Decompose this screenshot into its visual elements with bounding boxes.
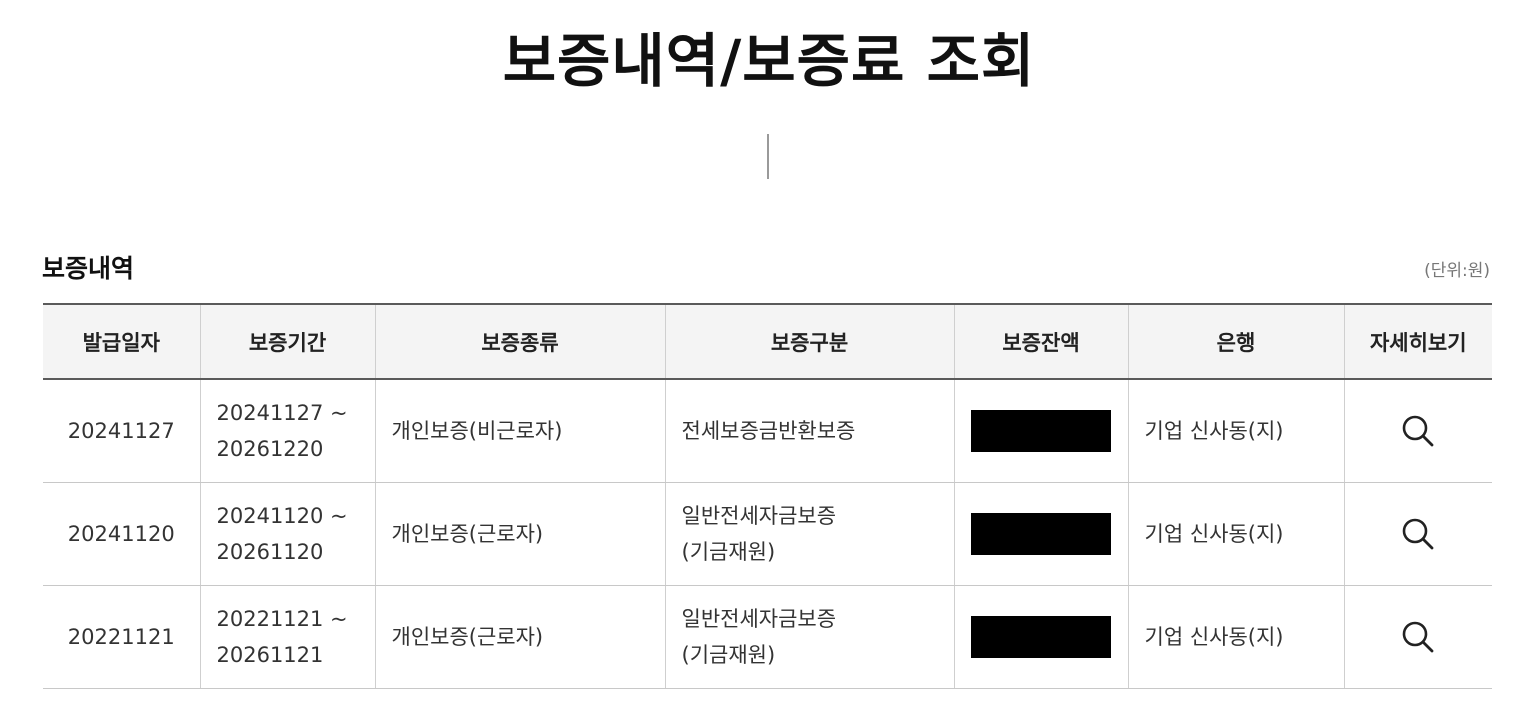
period-end: 20261220 bbox=[216, 436, 324, 461]
period-end: 20261121 bbox=[216, 642, 324, 667]
header-bank: 은행 bbox=[1128, 304, 1345, 380]
category-line1: 전세보증금반환보증 bbox=[681, 418, 856, 443]
redacted-balance bbox=[971, 512, 1111, 555]
unit-label: (단위:원) bbox=[1424, 261, 1490, 281]
table-header-row: 발급일자 보증기간 보증종류 보증구분 보증잔액 은행 자세히보기 bbox=[43, 304, 1492, 380]
detail-cell bbox=[1344, 585, 1492, 689]
header-category: 보증구분 bbox=[665, 304, 955, 380]
table-row: 20221121 20221121 ~ 20261121 개인보증(근로자) 일… bbox=[43, 585, 1492, 689]
header-issue-date: 발급일자 bbox=[43, 304, 201, 380]
search-icon bbox=[1402, 621, 1434, 652]
period-cell: 20221121 ~ 20261121 bbox=[200, 585, 376, 689]
type-cell: 개인보증(근로자) bbox=[375, 585, 666, 689]
issue-date-cell: 20221121 bbox=[43, 585, 201, 689]
redacted-balance bbox=[971, 615, 1111, 658]
balance-cell bbox=[954, 585, 1129, 689]
title-divider bbox=[767, 134, 769, 179]
type-cell: 개인보증(비근로자) bbox=[375, 379, 666, 483]
category-cell: 일반전세자금보증 (기금재원) bbox=[665, 585, 955, 689]
issue-date-cell: 20241120 bbox=[43, 482, 201, 586]
category-line1: 일반전세자금보증 bbox=[681, 606, 837, 631]
period-cell: 20241127 ~ 20261220 bbox=[200, 379, 376, 483]
header-type: 보증종류 bbox=[375, 304, 666, 380]
table-row: 20241127 20241127 ~ 20261220 개인보증(비근로자) … bbox=[43, 379, 1492, 483]
search-icon bbox=[1402, 518, 1434, 549]
header-detail: 자세히보기 bbox=[1344, 304, 1492, 380]
table-row: 20241120 20241120 ~ 20261120 개인보증(근로자) 일… bbox=[43, 482, 1492, 586]
bank-cell: 기업 신사동(지) bbox=[1128, 379, 1345, 483]
period-start: 20241127 ~ bbox=[216, 400, 348, 425]
period-end: 20261120 bbox=[216, 539, 324, 564]
category-line2: (기금재원) bbox=[681, 539, 776, 564]
period-start: 20241120 ~ bbox=[216, 503, 348, 528]
detail-cell bbox=[1344, 379, 1492, 483]
header-period: 보증기간 bbox=[200, 304, 376, 380]
bank-cell: 기업 신사동(지) bbox=[1128, 482, 1345, 586]
guarantee-table: 발급일자 보증기간 보증종류 보증구분 보증잔액 은행 자세히보기 202411… bbox=[43, 303, 1492, 689]
category-line1: 일반전세자금보증 bbox=[681, 503, 837, 528]
view-detail-button[interactable] bbox=[1398, 617, 1438, 657]
search-icon bbox=[1402, 415, 1434, 447]
section-title: 보증내역 bbox=[42, 254, 135, 283]
balance-cell bbox=[954, 482, 1129, 586]
category-line2: (기금재원) bbox=[681, 642, 776, 667]
category-cell: 일반전세자금보증 (기금재원) bbox=[665, 482, 955, 586]
period-start: 20221121 ~ bbox=[216, 606, 348, 631]
bank-cell: 기업 신사동(지) bbox=[1128, 585, 1345, 689]
view-detail-button[interactable] bbox=[1398, 514, 1438, 554]
period-cell: 20241120 ~ 20261120 bbox=[200, 482, 376, 586]
header-balance: 보증잔액 bbox=[954, 304, 1129, 380]
issue-date-cell: 20241127 bbox=[43, 379, 201, 483]
balance-cell bbox=[954, 379, 1129, 483]
type-cell: 개인보증(근로자) bbox=[375, 482, 666, 586]
redacted-balance bbox=[971, 409, 1111, 452]
detail-cell bbox=[1344, 482, 1492, 586]
category-cell: 전세보증금반환보증 bbox=[665, 379, 955, 483]
view-detail-button[interactable] bbox=[1398, 411, 1438, 451]
page-title: 보증내역/보증료 조회 bbox=[502, 27, 1036, 95]
